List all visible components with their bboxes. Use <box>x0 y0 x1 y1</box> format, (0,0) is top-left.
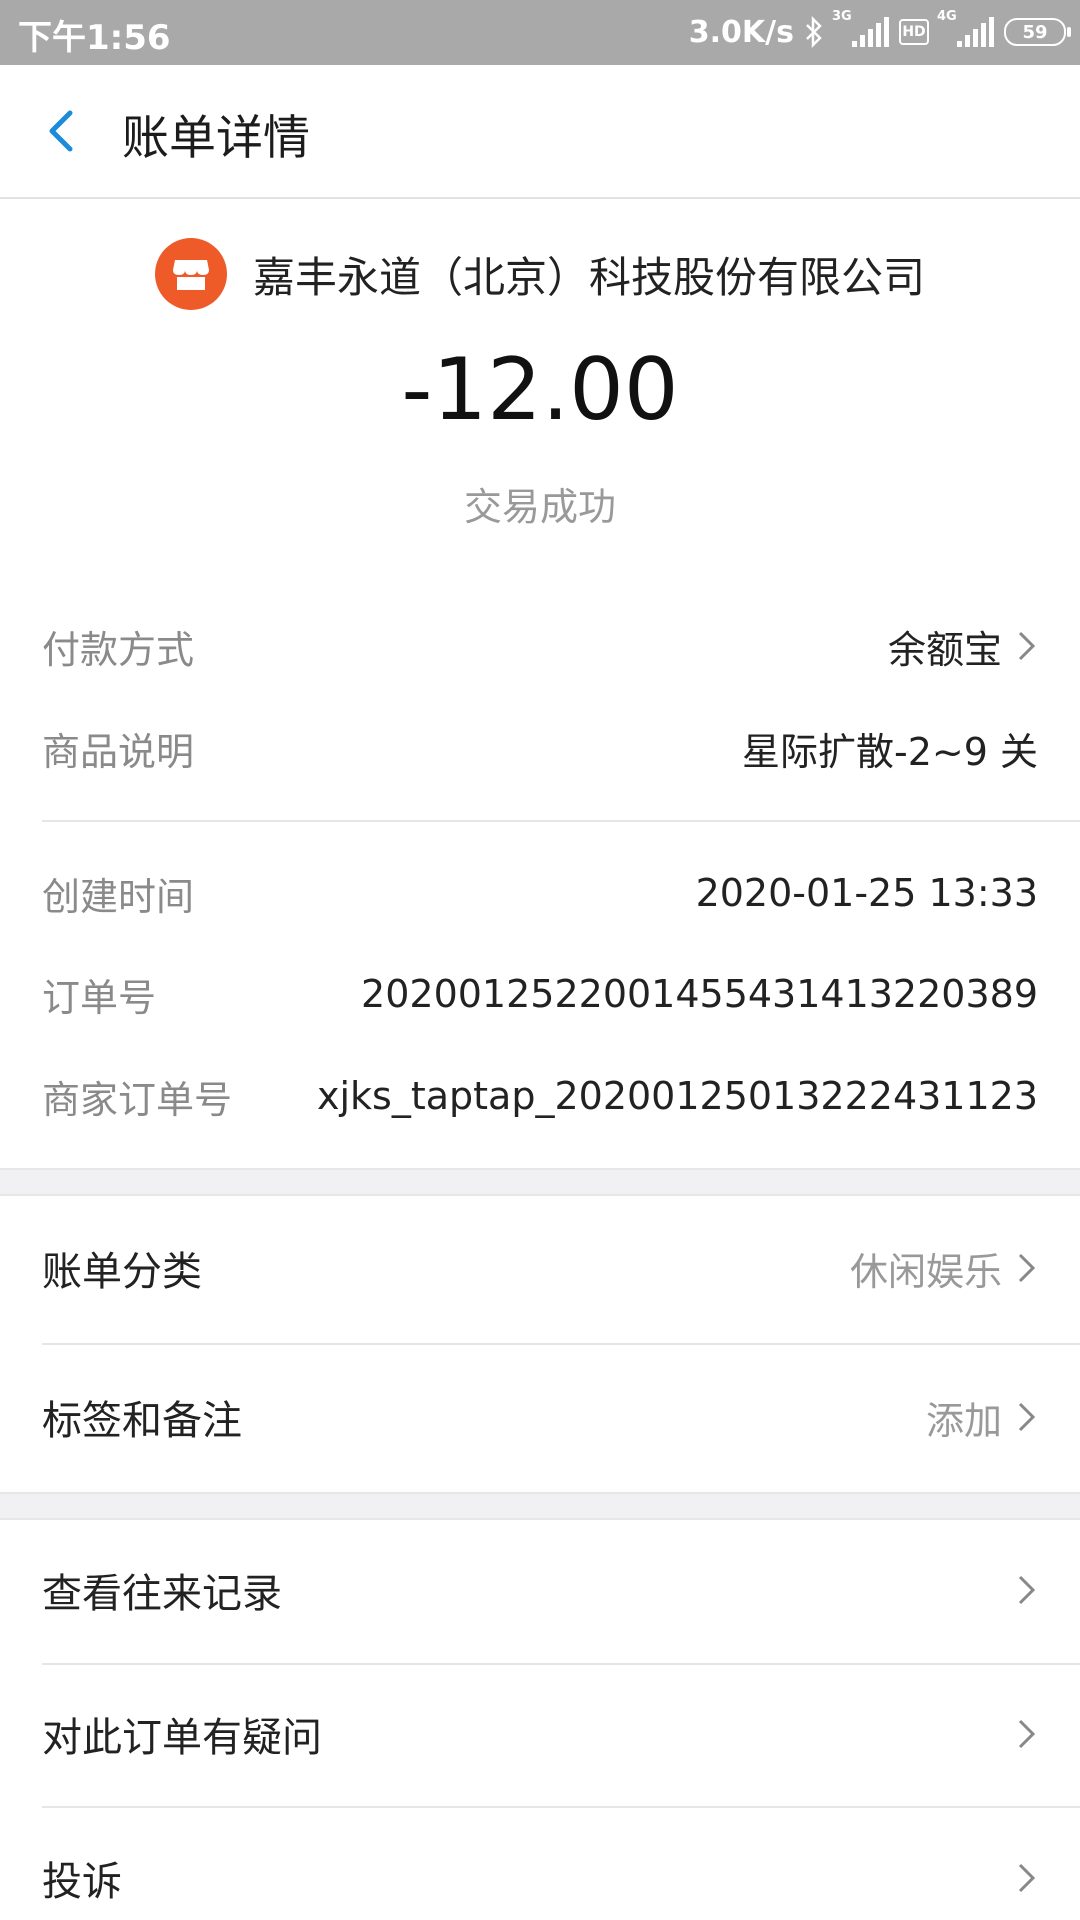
payment-method-row[interactable]: 付款方式 余额宝 <box>42 616 1038 676</box>
tags-notes-row[interactable]: 标签和备注 添加 <box>42 1387 1038 1447</box>
chevron-right-icon <box>1018 631 1036 661</box>
chevron-right-icon <box>1018 1253 1036 1283</box>
detail-label: 付款方式 <box>42 627 195 672</box>
transaction-status: 交易成功 <box>463 485 616 529</box>
merchant-header: 嘉丰永道（北京）科技股份有限公司 <box>0 238 1080 310</box>
tags-notes-label: 标签和备注 <box>42 1398 242 1444</box>
signal-4g-label: 4G <box>937 9 957 24</box>
bill-category-label: 账单分类 <box>42 1249 202 1295</box>
merchant-name: 嘉丰永道（北京）科技股份有限公司 <box>252 252 925 302</box>
complaint-row[interactable]: 投诉 <box>42 1848 1038 1908</box>
view-history-row[interactable]: 查看往来记录 <box>42 1560 1038 1620</box>
nav-bar: 账单详情 <box>0 65 1080 199</box>
detail-label: 订单号 <box>42 975 157 1020</box>
divider <box>42 1806 1080 1808</box>
add-tag-text: 添加 <box>925 1398 1002 1443</box>
detail-label: 创建时间 <box>42 874 195 919</box>
status-indicators: 3.0K/s 3G HD 4G 59 <box>688 9 1071 52</box>
detail-label: 商家订单号 <box>42 1077 233 1122</box>
signal-3g-icon: 3G <box>832 9 889 47</box>
transaction-amount: -12.00 <box>401 340 679 440</box>
detail-value: 星际扩散-2~9 关 <box>742 729 1038 774</box>
chevron-left-icon[interactable] <box>38 101 88 161</box>
chevron-right-icon <box>1018 1575 1036 1605</box>
product-description-row: 商品说明 星际扩散-2~9 关 <box>42 718 1038 778</box>
chevron-right-icon <box>1018 1402 1036 1432</box>
payment-method-value: 余额宝 <box>887 627 1002 672</box>
action-label: 投诉 <box>42 1859 122 1905</box>
chevron-right-icon <box>1018 1863 1036 1893</box>
status-time: 下午1:56 <box>18 18 171 58</box>
network-speed: 3.0K/s <box>688 14 794 50</box>
detail-label: 商品说明 <box>42 729 195 774</box>
hd-icon: HD <box>899 19 929 45</box>
bill-category-text: 休闲娱乐 <box>849 1249 1002 1294</box>
detail-value: 2020-01-25 13:33 <box>695 871 1038 915</box>
detail-value: xjks_taptap_20200125013222431123 <box>317 1074 1038 1118</box>
tags-notes-value: 添加 <box>926 1390 1038 1445</box>
bill-category-value: 休闲娱乐 <box>850 1241 1038 1296</box>
divider <box>42 1663 1080 1665</box>
order-number-row: 订单号 2020012522001455431413220389 <box>42 964 1038 1024</box>
divider <box>42 1343 1080 1345</box>
order-question-row[interactable]: 对此订单有疑问 <box>42 1704 1038 1764</box>
divider <box>42 820 1080 822</box>
battery-icon: 59 <box>1004 18 1071 46</box>
chevron-right-icon <box>1018 1719 1036 1749</box>
detail-value: 余额宝 <box>888 619 1038 674</box>
store-icon <box>154 238 227 310</box>
action-label: 对此订单有疑问 <box>42 1715 322 1761</box>
page-title: 账单详情 <box>122 111 310 166</box>
signal-3g-label: 3G <box>832 9 852 24</box>
created-time-row: 创建时间 2020-01-25 13:33 <box>42 863 1038 923</box>
bluetooth-icon <box>806 16 822 48</box>
merchant-order-number-row: 商家订单号 xjks_taptap_20200125013222431123 <box>42 1066 1038 1126</box>
section-gap <box>0 1168 1080 1196</box>
signal-4g-icon: 4G <box>937 9 994 47</box>
action-label: 查看往来记录 <box>42 1571 282 1617</box>
detail-value: 2020012522001455431413220389 <box>361 972 1038 1016</box>
status-bar: 下午1:56 3.0K/s 3G HD 4G 59 <box>0 0 1080 65</box>
section-gap <box>0 1492 1080 1520</box>
bill-category-row[interactable]: 账单分类 休闲娱乐 <box>42 1238 1038 1298</box>
